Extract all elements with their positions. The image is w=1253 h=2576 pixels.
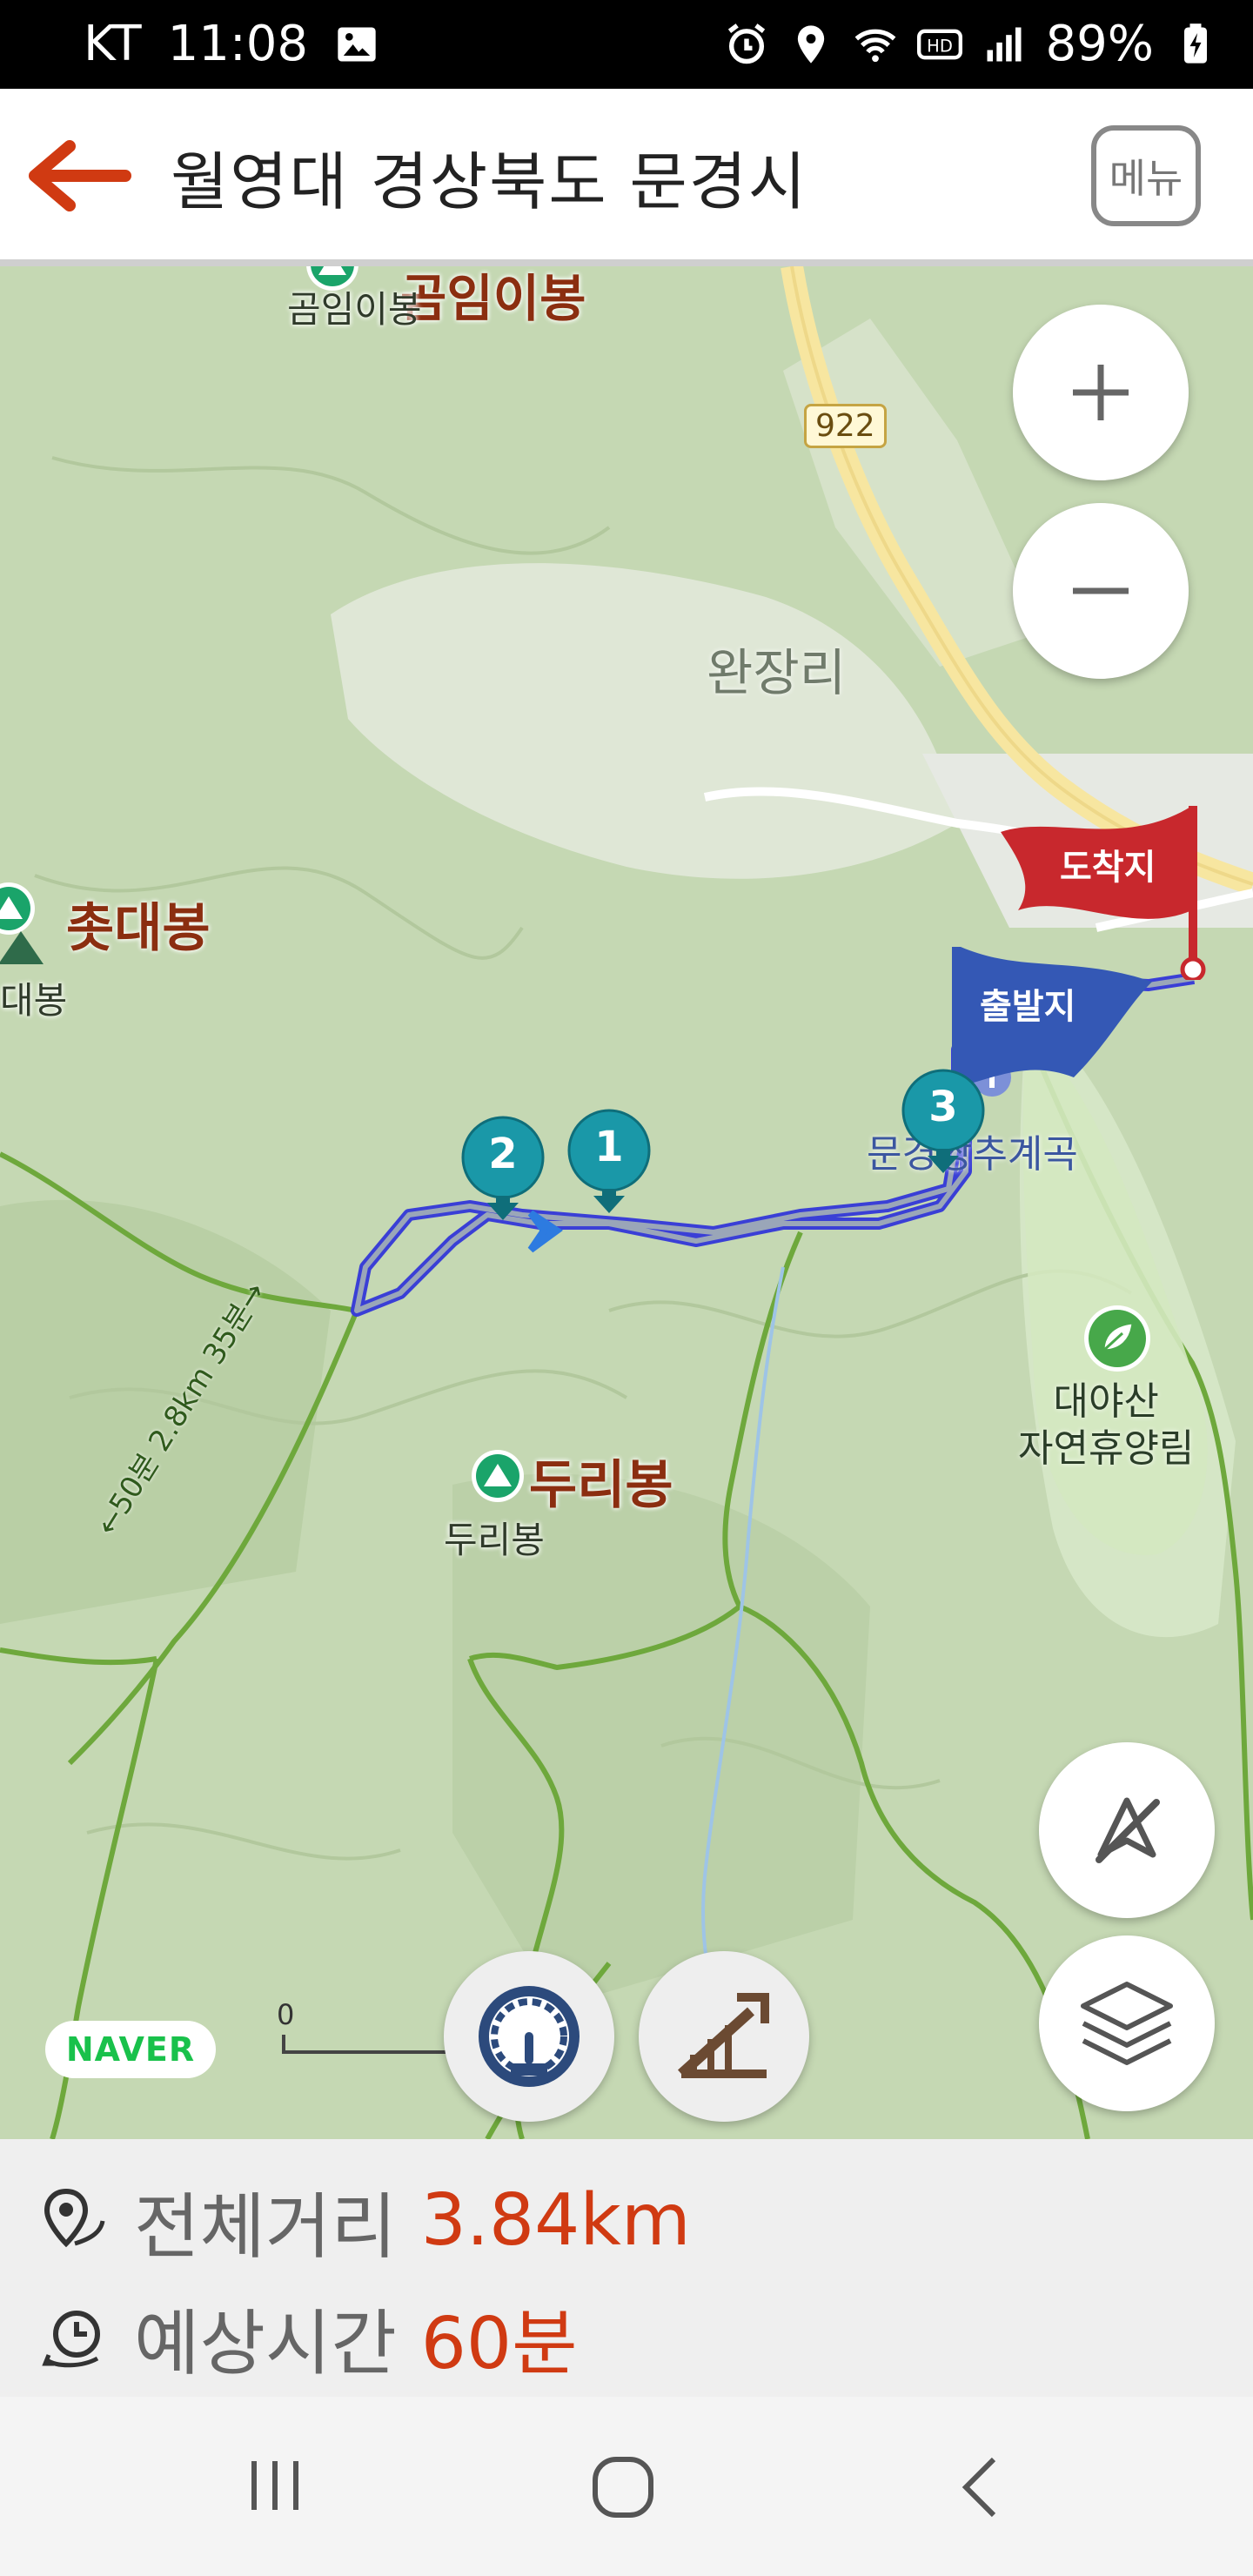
signal-icon xyxy=(987,27,1022,61)
waypoint-marker-3[interactable]: 3 xyxy=(901,1069,985,1182)
time-value: 60분 xyxy=(420,2303,578,2385)
alarm-icon xyxy=(727,23,765,64)
back-button[interactable] xyxy=(954,2454,1006,2520)
mountain-icon xyxy=(472,1450,524,1502)
hd-icon: HD xyxy=(916,29,962,59)
battery-charging-icon xyxy=(1184,23,1207,64)
svg-text:HD: HD xyxy=(927,36,953,56)
map-view[interactable]: 922 곰임이봉 곰임이봉 완장리 촛대봉 대봉 두리봉 두리봉 문경쌍추계곡 … xyxy=(0,266,1253,2139)
menu-button[interactable]: 메뉴 xyxy=(1091,125,1201,226)
app-header: 월영대 경상북도 문경시 메뉴 xyxy=(0,89,1253,266)
scale-zero: 0 xyxy=(277,1998,295,2031)
zoom-in-icon xyxy=(1073,365,1129,420)
home-button[interactable] xyxy=(588,2452,658,2522)
back-arrow-icon[interactable] xyxy=(28,134,132,218)
recent-apps-button[interactable] xyxy=(244,2454,306,2517)
layers-icon xyxy=(1081,1982,1173,2065)
zoom-out-button[interactable] xyxy=(1013,503,1189,679)
route-summary: 전체거리 3.84km 예상시간 60분 xyxy=(0,2139,1253,2397)
speed-button[interactable] xyxy=(444,1951,614,2122)
duri-peak-label: 두리봉 xyxy=(529,1455,673,1516)
time-label: 예상시간 xyxy=(134,2303,397,2385)
slope-icon xyxy=(677,1993,769,2078)
time-row: 예상시간 60분 xyxy=(40,2285,578,2389)
system-nav-bar xyxy=(0,2397,1253,2576)
slope-button[interactable] xyxy=(639,1951,809,2122)
speedometer-icon xyxy=(479,1986,580,2087)
distance-label: 전체거리 xyxy=(134,2186,397,2269)
waypoint-number: 3 xyxy=(928,1083,958,1131)
distance-value: 3.84km xyxy=(420,2179,691,2262)
page-title: 월영대 경상북도 문경시 xyxy=(171,145,808,218)
distance-row: 전체거리 3.84km xyxy=(40,2169,691,2272)
village-label: 완장리 xyxy=(707,643,847,702)
map-layers-button[interactable] xyxy=(1039,1935,1215,2111)
road-number: 922 xyxy=(804,404,887,448)
waypoint-marker-1[interactable]: 1 xyxy=(567,1109,651,1222)
mountain-icon xyxy=(306,266,358,291)
peak-triangle-icon xyxy=(0,931,44,964)
wifi-icon xyxy=(854,29,895,62)
left-peak-label: 촛대봉 xyxy=(66,898,211,959)
naver-logo: NAVER xyxy=(45,2021,216,2078)
battery-percent: 89% xyxy=(1045,16,1154,72)
duri-peak-small-label: 두리봉 xyxy=(444,1519,545,1561)
departure-label: 출발지 xyxy=(980,987,1076,1027)
zoom-out-icon xyxy=(1073,587,1129,594)
zoom-in-button[interactable] xyxy=(1013,305,1189,480)
location-tracking-button[interactable] xyxy=(1039,1742,1215,1918)
waypoint-number: 2 xyxy=(488,1130,518,1178)
waypoint-marker-2[interactable]: 2 xyxy=(461,1116,545,1229)
top-peak-label: 곰임이봉 xyxy=(400,269,586,328)
leaf-icon xyxy=(1084,1305,1150,1372)
distance-icon xyxy=(44,2188,105,2247)
time-icon xyxy=(42,2310,100,2367)
carrier: KT xyxy=(84,16,142,72)
location-icon xyxy=(797,24,824,64)
status-time: 11:08 xyxy=(167,16,308,72)
waypoint-number: 1 xyxy=(594,1123,624,1171)
left-peak-small-label: 대봉 xyxy=(0,979,68,1022)
arrival-label: 도착지 xyxy=(1060,848,1156,888)
status-bar: KT 11:08 HD 89% xyxy=(0,0,1253,89)
forest-label: 대야산 자연휴양림 xyxy=(1018,1379,1195,1471)
compass-off-icon xyxy=(1096,1797,1160,1863)
gallery-icon xyxy=(338,27,376,61)
